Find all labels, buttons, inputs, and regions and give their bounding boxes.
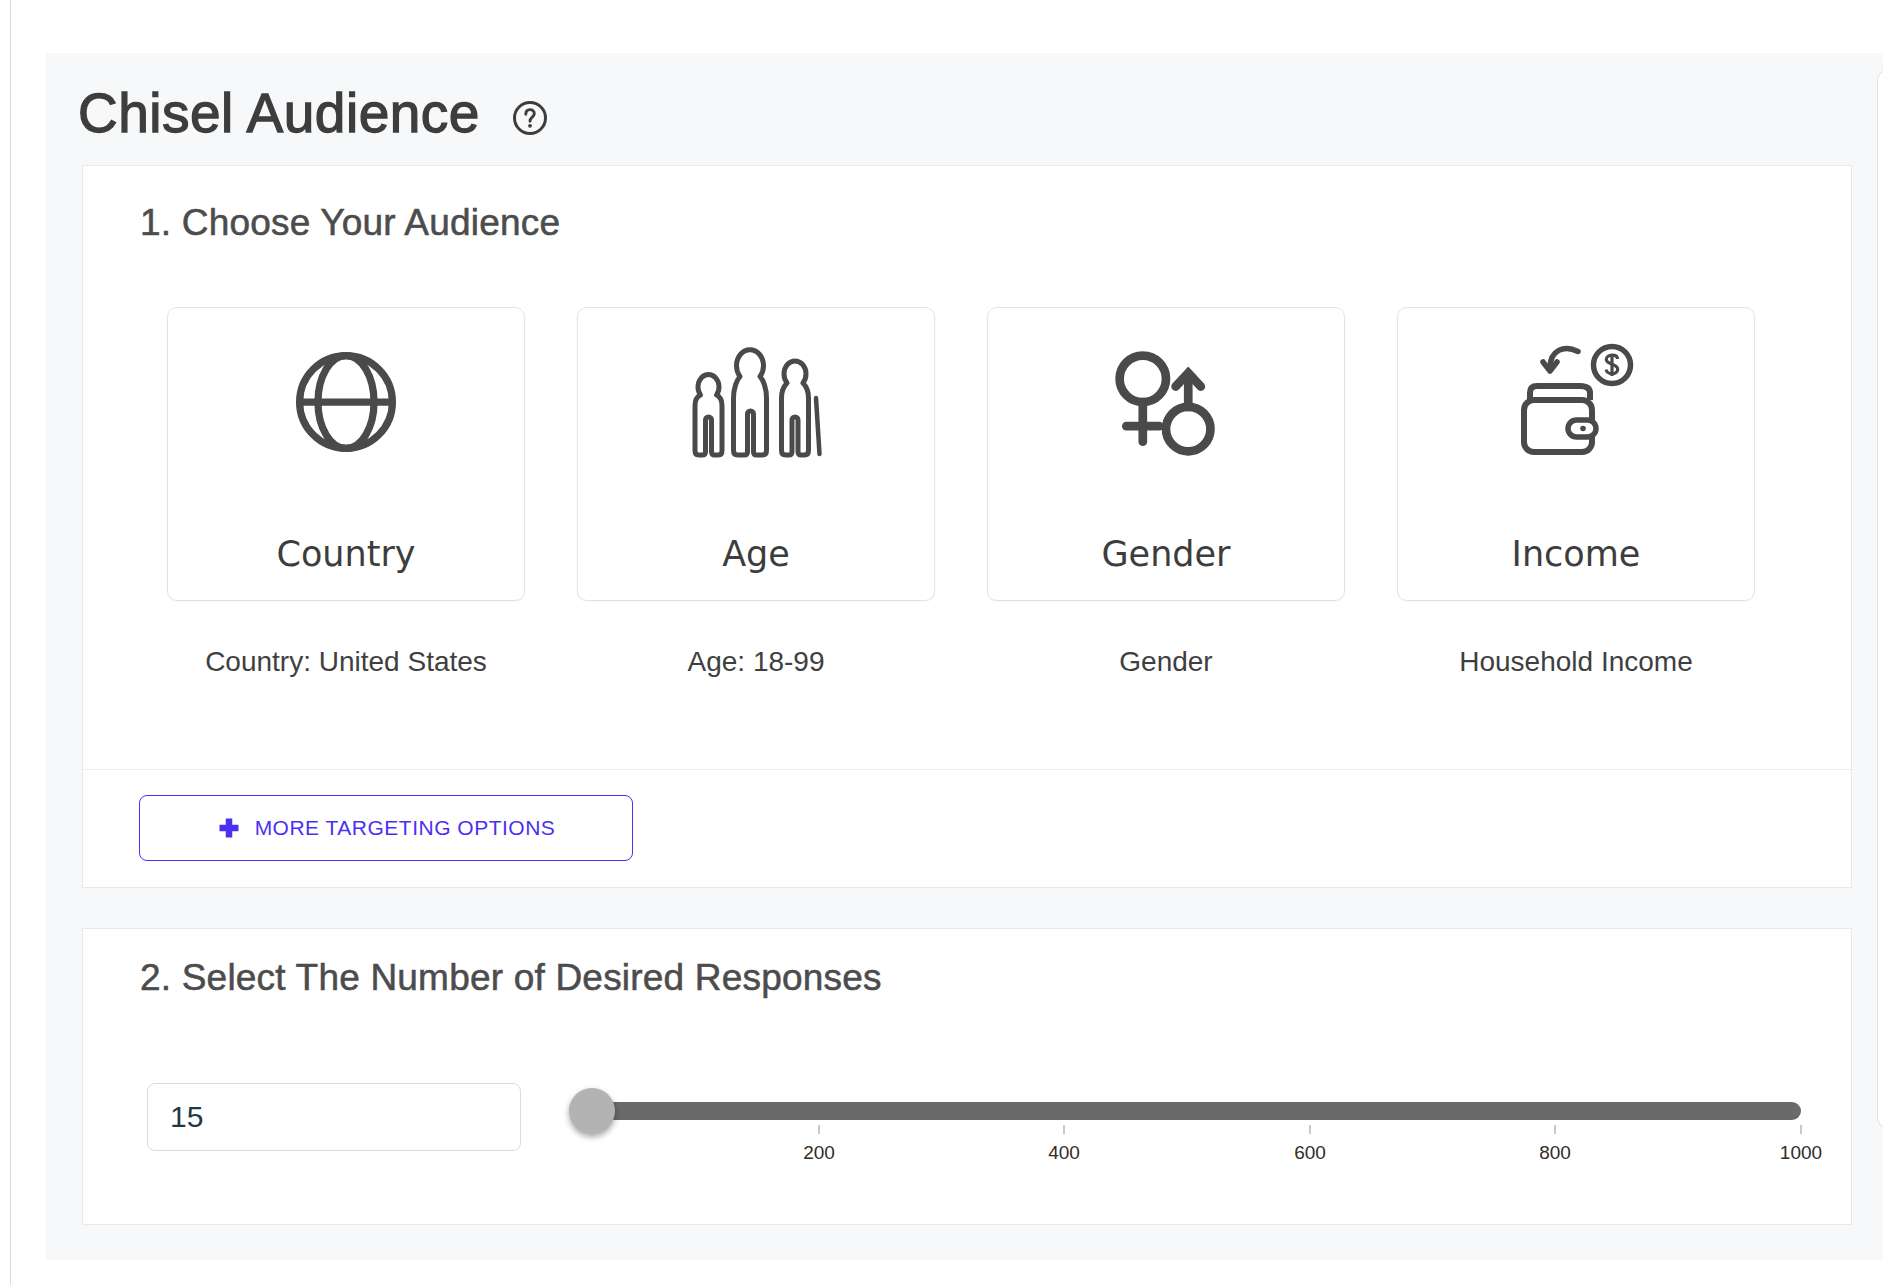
age-caption: Age: 18-99 xyxy=(577,646,935,678)
age-card[interactable]: Age xyxy=(577,307,935,601)
slider-label-800: 800 xyxy=(1515,1142,1595,1164)
income-caption: Household Income xyxy=(1397,646,1755,678)
country-card-label: Country xyxy=(168,534,524,574)
people-ages-icon xyxy=(689,346,823,458)
audience-cards-row: Country Age Gender xyxy=(167,307,1755,601)
country-card[interactable]: Country xyxy=(167,307,525,601)
age-card-label: Age xyxy=(578,534,934,574)
slider-tick-600 xyxy=(1309,1125,1311,1134)
help-icon[interactable] xyxy=(512,100,548,136)
slider-label-200: 200 xyxy=(779,1142,859,1164)
income-card-label: Income xyxy=(1398,534,1754,574)
income-card[interactable]: Income xyxy=(1397,307,1755,601)
slider-label-1000: 1000 xyxy=(1761,1142,1841,1164)
slider-tick-1000 xyxy=(1800,1125,1802,1134)
more-targeting-options-button[interactable]: MORE TARGETING OPTIONS xyxy=(139,795,633,861)
responses-input[interactable] xyxy=(147,1083,521,1151)
gender-symbols-icon xyxy=(1108,344,1224,460)
slider-tick-200 xyxy=(818,1125,820,1134)
slider-tick-800 xyxy=(1554,1125,1556,1134)
gender-card[interactable]: Gender xyxy=(987,307,1345,601)
slider-label-600: 600 xyxy=(1270,1142,1350,1164)
section2-heading: 2. Select The Number of Desired Response… xyxy=(140,957,882,999)
slider-tick-400 xyxy=(1063,1125,1065,1134)
page-title: Chisel Audience xyxy=(78,81,480,145)
more-button-label: MORE TARGETING OPTIONS xyxy=(255,816,556,840)
globe-icon xyxy=(288,344,404,460)
page: { "title": "Chisel Audience", "help_icon… xyxy=(0,0,1883,1285)
section1-divider xyxy=(83,769,1851,770)
wallet-coin-icon xyxy=(1516,342,1636,462)
plus-icon xyxy=(217,816,241,840)
slider-label-400: 400 xyxy=(1024,1142,1104,1164)
choose-audience-section: 1. Choose Your Audience Country Age xyxy=(82,165,1852,888)
country-caption: Country: United States xyxy=(167,646,525,678)
right-edge-card xyxy=(1877,70,1883,1128)
responses-section: 2. Select The Number of Desired Response… xyxy=(82,928,1852,1225)
gender-card-label: Gender xyxy=(988,534,1344,574)
slider-track[interactable] xyxy=(573,1102,1801,1120)
gender-caption: Gender xyxy=(987,646,1345,678)
slider-handle[interactable] xyxy=(569,1088,615,1134)
page-left-border xyxy=(10,0,11,1285)
section1-heading: 1. Choose Your Audience xyxy=(140,202,560,244)
